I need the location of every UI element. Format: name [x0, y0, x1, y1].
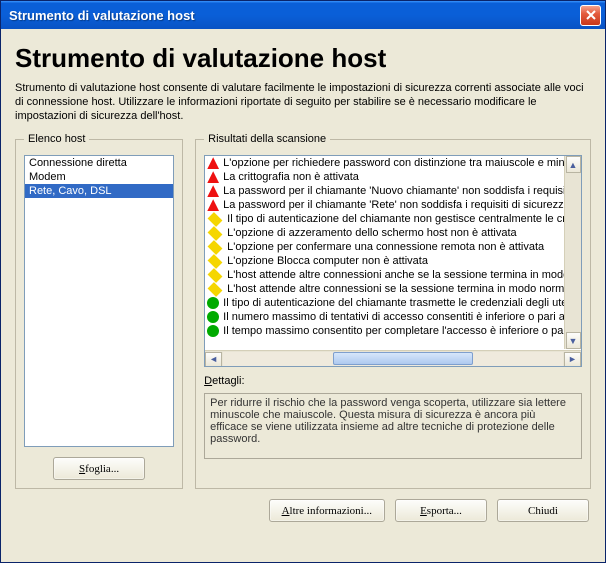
scan-row[interactable]: La password per il chiamante 'Rete' non … [205, 198, 581, 212]
scan-row-text: L'host attende altre connessioni anche s… [227, 269, 578, 281]
severity-yellow-icon [208, 268, 223, 283]
scroll-left-icon[interactable]: ◄ [205, 352, 222, 367]
scroll-up-icon[interactable]: ▲ [566, 156, 581, 173]
scan-row[interactable]: L'opzione per richiedere password con di… [205, 156, 581, 170]
severity-red-icon [207, 199, 219, 211]
details-box[interactable]: Per ridurre il rischio che la password v… [204, 393, 582, 459]
scan-row[interactable]: L'host attende altre connessioni anche s… [205, 268, 581, 282]
window-title: Strumento di valutazione host [9, 8, 195, 23]
scan-row[interactable]: Il tipo di autenticazione del chiamante … [205, 296, 581, 310]
scroll-down-icon[interactable]: ▼ [566, 332, 581, 349]
severity-yellow-icon [208, 240, 223, 255]
scan-row-text: Il tipo di autenticazione del chiamante … [227, 213, 572, 225]
more-info-button[interactable]: Altre informazioni... [269, 499, 385, 522]
severity-yellow-icon [208, 254, 223, 269]
severity-yellow-icon [208, 212, 223, 227]
severity-green-icon [207, 325, 219, 337]
severity-red-icon [207, 157, 219, 169]
scan-row[interactable]: La password per il chiamante 'Nuovo chia… [205, 184, 581, 198]
severity-red-icon [207, 185, 219, 197]
scan-row-text: L'opzione Blocca computer non è attivata [227, 255, 428, 267]
scanresults-legend: Risultati della scansione [204, 133, 330, 145]
hostlist-item[interactable]: Connessione diretta [25, 156, 173, 170]
page-title: Strumento di valutazione host [15, 43, 591, 74]
content-area: Strumento di valutazione host Strumento … [1, 29, 605, 536]
scan-row[interactable]: L'opzione di azzeramento dello schermo h… [205, 226, 581, 240]
close-button[interactable]: Chiudi [497, 499, 589, 522]
hscrollbar[interactable]: ◄ ► [205, 350, 581, 367]
intro-text: Strumento di valutazione host consente d… [15, 82, 591, 123]
hostlist-group: Elenco host Connessione direttaModemRete… [15, 133, 183, 489]
scan-row[interactable]: Il tempo massimo consentito per completa… [205, 324, 581, 338]
scanresults-group: Risultati della scansione L'opzione per … [195, 133, 591, 489]
hostlist-legend: Elenco host [24, 133, 89, 145]
severity-yellow-icon [208, 282, 223, 297]
scan-row-text: L'opzione per richiedere password con di… [223, 157, 576, 169]
scan-row-text: Il numero massimo di tentativi di access… [223, 311, 565, 323]
scan-row-text: L'opzione per confermare una connessione… [227, 241, 544, 253]
scan-row[interactable]: La crittografia non è attivata [205, 170, 581, 184]
hscroll-thumb[interactable] [333, 352, 473, 365]
details-label: Dettagli: [204, 375, 582, 387]
bottom-buttons: Altre informazioni... Esporta... Chiudi [15, 499, 591, 522]
scan-row[interactable]: L'host attende altre connessioni se la s… [205, 282, 581, 296]
severity-yellow-icon [208, 226, 223, 241]
severity-red-icon [207, 171, 219, 183]
scan-row-text: L'host attende altre connessioni se la s… [227, 283, 579, 295]
hscroll-track[interactable] [223, 352, 563, 367]
scan-row[interactable]: L'opzione per confermare una connessione… [205, 240, 581, 254]
scanresults-box[interactable]: L'opzione per richiedere password con di… [204, 155, 582, 367]
hostlist-item[interactable]: Modem [25, 170, 173, 184]
dialog-window: Strumento di valutazione host Strumento … [0, 0, 606, 563]
scan-row-text: L'opzione di azzeramento dello schermo h… [227, 227, 517, 239]
severity-green-icon [207, 297, 219, 309]
titlebar[interactable]: Strumento di valutazione host [1, 1, 605, 29]
scan-row-text: Il tempo massimo consentito per completa… [223, 325, 569, 337]
hostlist-box[interactable]: Connessione direttaModemRete, Cavo, DSL [24, 155, 174, 447]
scan-row-text: La password per il chiamante 'Rete' non … [223, 199, 570, 211]
scan-row[interactable]: Il numero massimo di tentativi di access… [205, 310, 581, 324]
export-button[interactable]: Esporta... [395, 499, 487, 522]
scan-row-text: Il tipo di autenticazione del chiamante … [223, 297, 567, 309]
scan-row[interactable]: L'opzione Blocca computer non è attivata [205, 254, 581, 268]
severity-green-icon [207, 311, 219, 323]
browse-button[interactable]: Sfoglia... [53, 457, 145, 480]
scan-row-text: La crittografia non è attivata [223, 171, 359, 183]
close-icon[interactable] [580, 5, 601, 26]
scan-row[interactable]: Il tipo di autenticazione del chiamante … [205, 212, 581, 226]
hostlist-item[interactable]: Rete, Cavo, DSL [25, 184, 173, 198]
scan-row-text: La password per il chiamante 'Nuovo chia… [223, 185, 571, 197]
vscrollbar[interactable]: ▲ ▼ [564, 156, 581, 349]
scroll-right-icon[interactable]: ► [564, 352, 581, 367]
